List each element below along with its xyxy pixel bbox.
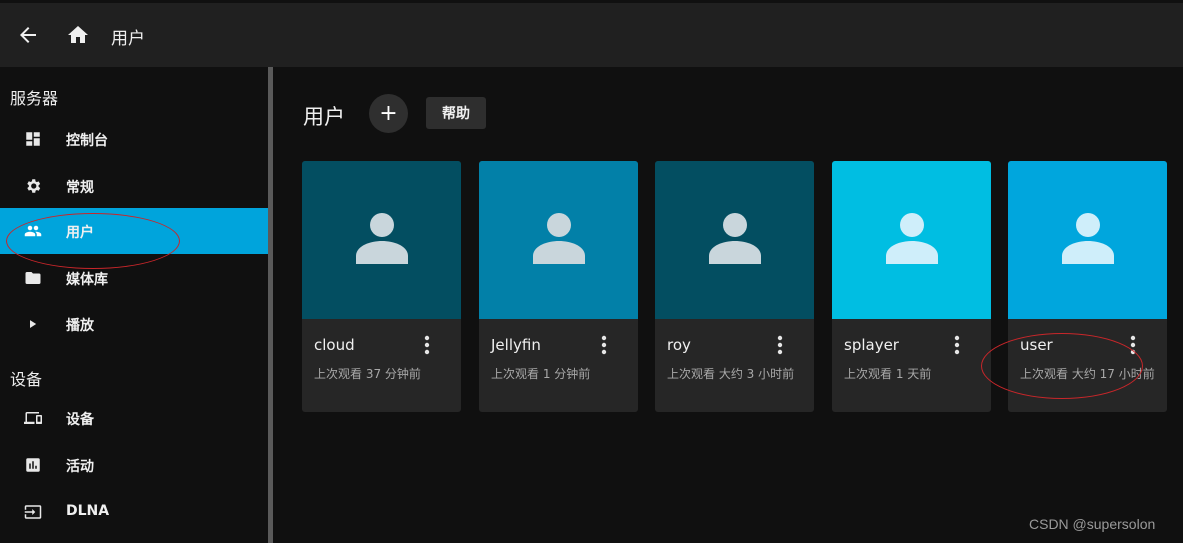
person-icon: [532, 212, 586, 268]
page-title: 用户: [111, 29, 145, 49]
user-last-seen: 上次观看 大约 17 小时前: [1020, 367, 1155, 381]
home-icon[interactable]: [66, 23, 90, 47]
more-vert-icon[interactable]: [770, 334, 790, 356]
user-card[interactable]: splayer 上次观看 1 天前: [832, 161, 991, 412]
person-icon: [1061, 212, 1115, 268]
top-bar: 用户: [0, 3, 1183, 67]
user-last-seen: 上次观看 1 分钟前: [491, 367, 591, 381]
sidebar-item-label: 常规: [66, 180, 94, 196]
user-card-cover[interactable]: [1008, 161, 1167, 319]
person-icon: [355, 212, 409, 268]
people-icon: [24, 222, 42, 240]
user-name: roy: [667, 336, 691, 354]
user-card-cover[interactable]: [655, 161, 814, 319]
gear-icon: [24, 177, 42, 195]
user-last-seen: 上次观看 37 分钟前: [314, 367, 421, 381]
sidebar-item-general[interactable]: 常规: [0, 163, 268, 209]
user-card[interactable]: roy 上次观看 大约 3 小时前: [655, 161, 814, 412]
user-name: cloud: [314, 336, 355, 354]
user-card[interactable]: cloud 上次观看 37 分钟前: [302, 161, 461, 412]
user-name: splayer: [844, 336, 899, 354]
sidebar-item-dashboard[interactable]: 控制台: [0, 116, 268, 162]
sidebar-section-devices: 设备: [10, 370, 43, 389]
sidebar-item-devices[interactable]: 设备: [0, 395, 268, 441]
sidebar-item-libraries[interactable]: 媒体库: [0, 255, 268, 301]
person-icon: [708, 212, 762, 268]
help-button[interactable]: 帮助: [426, 97, 486, 129]
sidebar: 服务器 控制台 常规 用户 媒体库 播放 设备 设备 活动 DLNA: [0, 67, 268, 543]
play-icon: [24, 315, 42, 333]
user-last-seen: 上次观看 1 天前: [844, 367, 932, 381]
sidebar-item-label: 设备: [66, 412, 94, 428]
sidebar-item-activity[interactable]: 活动: [0, 442, 268, 488]
sidebar-item-label: 播放: [66, 318, 94, 334]
sidebar-item-dlna[interactable]: DLNA: [0, 489, 268, 535]
user-card[interactable]: Jellyfin 上次观看 1 分钟前: [479, 161, 638, 412]
more-vert-icon[interactable]: [417, 334, 437, 356]
user-card-cover[interactable]: [479, 161, 638, 319]
arrow-back-icon[interactable]: [16, 23, 40, 47]
sidebar-item-label: 媒体库: [66, 272, 108, 288]
more-vert-icon[interactable]: [947, 334, 967, 356]
watermark: CSDN @supersolon: [1029, 516, 1156, 532]
user-card-cover[interactable]: [832, 161, 991, 319]
person-icon: [885, 212, 939, 268]
main-title: 用户: [303, 105, 345, 129]
sidebar-item-label: DLNA: [66, 503, 110, 519]
devices-icon: [24, 409, 42, 427]
dashboard-icon: [24, 130, 42, 148]
user-card-cover[interactable]: [302, 161, 461, 319]
user-name: Jellyfin: [491, 336, 541, 354]
sidebar-section-server: 服务器: [10, 89, 59, 108]
chart-icon: [24, 456, 42, 474]
add-user-button[interactable]: +: [369, 94, 408, 133]
sidebar-item-users[interactable]: 用户: [0, 208, 268, 254]
sidebar-item-label: 控制台: [66, 133, 108, 149]
sidebar-item-playback[interactable]: 播放: [0, 301, 268, 347]
user-name: user: [1020, 336, 1053, 354]
more-vert-icon[interactable]: [1123, 334, 1143, 356]
folder-icon: [24, 269, 42, 287]
app-window: 用户 服务器 控制台 常规 用户 媒体库 播放 设备 设备 活动 DLNA 用户…: [0, 0, 1183, 543]
input-icon: [24, 503, 42, 521]
sidebar-item-label: 用户: [66, 225, 94, 241]
user-card[interactable]: user 上次观看 大约 17 小时前: [1008, 161, 1167, 412]
sidebar-item-label: 活动: [66, 459, 94, 475]
more-vert-icon[interactable]: [594, 334, 614, 356]
user-last-seen: 上次观看 大约 3 小时前: [667, 367, 795, 381]
sidebar-scrollbar[interactable]: [268, 67, 273, 543]
